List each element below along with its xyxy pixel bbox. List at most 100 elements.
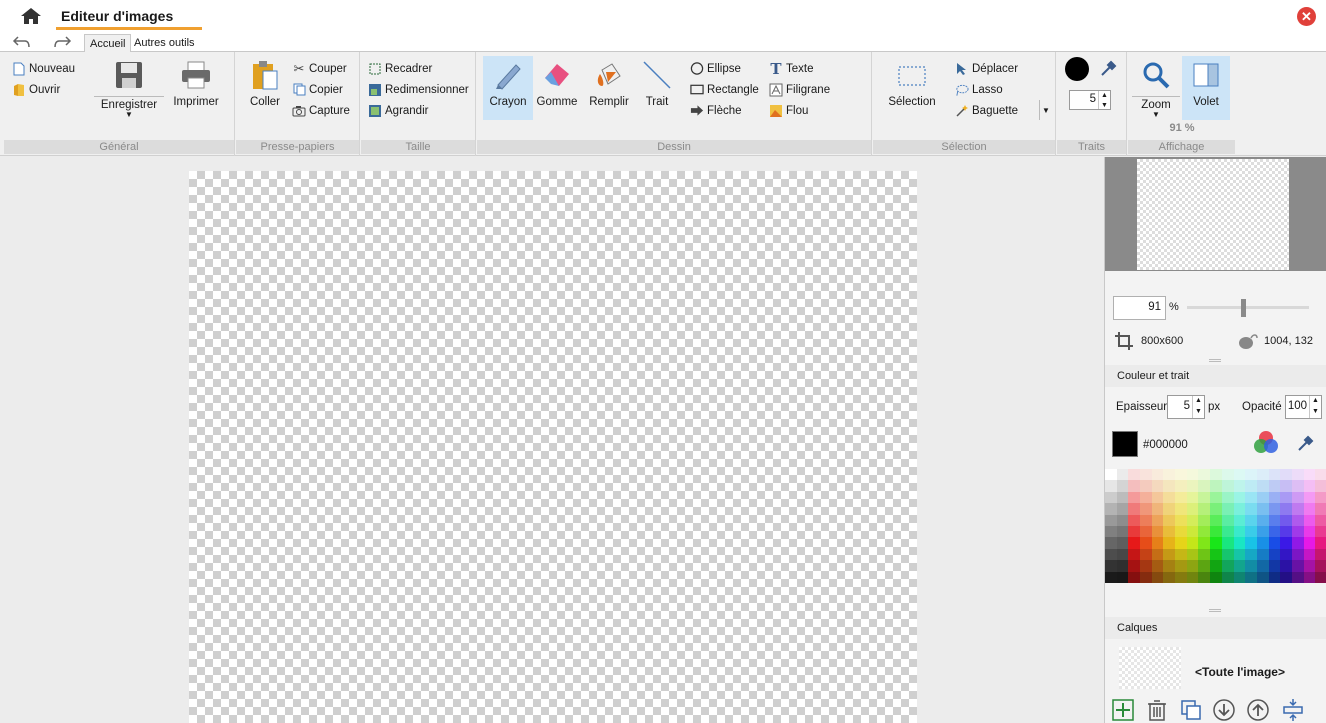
palette-swatch[interactable]	[1291, 480, 1304, 492]
redo-button[interactable]	[52, 33, 72, 51]
palette-swatch[interactable]	[1280, 537, 1292, 549]
palette-swatch[interactable]	[1303, 548, 1316, 561]
palette-swatch[interactable]	[1256, 548, 1269, 561]
palette-swatch[interactable]	[1256, 503, 1269, 515]
filigrane-button[interactable]: Filigrane	[769, 80, 830, 99]
palette-swatch[interactable]	[1186, 525, 1199, 538]
palette-swatch[interactable]	[1128, 469, 1141, 481]
traits-down-icon[interactable]: ▼	[1099, 101, 1110, 111]
palette-swatch[interactable]	[1233, 469, 1246, 481]
palette-swatch[interactable]	[1116, 537, 1129, 549]
palette-swatch[interactable]	[1140, 469, 1152, 481]
image-canvas[interactable]	[189, 171, 917, 723]
palette-swatch[interactable]	[1140, 503, 1152, 515]
palette-swatch[interactable]	[1116, 514, 1129, 526]
palette-swatch[interactable]	[1210, 571, 1222, 583]
palette-swatch[interactable]	[1186, 491, 1199, 504]
imprimer-button[interactable]: Imprimer	[173, 56, 219, 120]
palette-swatch[interactable]	[1245, 571, 1257, 583]
palette-swatch[interactable]	[1198, 548, 1211, 561]
palette-swatch[interactable]	[1163, 560, 1176, 572]
palette-swatch[interactable]	[1175, 503, 1187, 515]
palette-swatch[interactable]	[1210, 469, 1222, 481]
palette-swatch[interactable]	[1151, 491, 1164, 504]
palette-swatch[interactable]	[1291, 514, 1304, 526]
palette-swatch[interactable]	[1210, 560, 1222, 572]
palette-swatch[interactable]	[1268, 571, 1281, 583]
palette-swatch[interactable]	[1151, 525, 1164, 538]
opacite-up-icon[interactable]: ▲	[1310, 396, 1321, 407]
palette-swatch[interactable]	[1198, 480, 1211, 492]
palette-swatch[interactable]	[1140, 514, 1152, 526]
navigator-preview[interactable]	[1105, 157, 1326, 271]
palette-swatch[interactable]	[1128, 525, 1141, 538]
palette-swatch[interactable]	[1186, 571, 1199, 583]
palette-swatch[interactable]	[1291, 560, 1304, 572]
palette-swatch[interactable]	[1245, 560, 1257, 572]
palette-swatch[interactable]	[1256, 560, 1269, 572]
palette-swatch[interactable]	[1175, 537, 1187, 549]
palette-swatch[interactable]	[1280, 548, 1292, 561]
palette-swatch[interactable]	[1256, 537, 1269, 549]
palette-swatch[interactable]	[1116, 503, 1129, 515]
palette-swatch[interactable]	[1280, 514, 1292, 526]
add-layer-button[interactable]	[1111, 698, 1135, 722]
palette-swatch[interactable]	[1105, 469, 1117, 481]
palette-swatch[interactable]	[1151, 480, 1164, 492]
palette-swatch[interactable]	[1175, 571, 1187, 583]
tab-autres-outils[interactable]: Autres outils	[129, 34, 200, 53]
palette-swatch[interactable]	[1186, 514, 1199, 526]
palette-swatch[interactable]	[1175, 514, 1187, 526]
palette-swatch[interactable]	[1128, 537, 1141, 549]
palette-swatch[interactable]	[1256, 571, 1269, 583]
palette-swatch[interactable]	[1175, 548, 1187, 561]
palette-swatch[interactable]	[1280, 560, 1292, 572]
palette-swatch[interactable]	[1105, 525, 1117, 538]
color-palette[interactable]	[1105, 469, 1326, 583]
palette-swatch[interactable]	[1233, 514, 1246, 526]
flou-button[interactable]: Flou	[769, 101, 808, 120]
palette-swatch[interactable]	[1116, 491, 1129, 504]
move-layer-up-button[interactable]	[1246, 698, 1270, 722]
palette-swatch[interactable]	[1116, 560, 1129, 572]
volet-button[interactable]: Volet	[1182, 56, 1230, 120]
palette-swatch[interactable]	[1186, 537, 1199, 549]
delete-layer-button[interactable]	[1145, 698, 1169, 722]
palette-swatch[interactable]	[1233, 480, 1246, 492]
undo-button[interactable]	[12, 33, 32, 51]
palette-swatch[interactable]	[1210, 514, 1222, 526]
palette-swatch[interactable]	[1175, 560, 1187, 572]
palette-swatch[interactable]	[1291, 537, 1304, 549]
palette-swatch[interactable]	[1140, 525, 1152, 538]
traits-up-icon[interactable]: ▲	[1099, 91, 1110, 101]
palette-swatch[interactable]	[1186, 503, 1199, 515]
palette-swatch[interactable]	[1105, 491, 1117, 504]
palette-swatch[interactable]	[1151, 548, 1164, 561]
palette-swatch[interactable]	[1210, 503, 1222, 515]
palette-swatch[interactable]	[1151, 469, 1164, 481]
couper-button[interactable]: ✂ Couper	[292, 59, 347, 78]
lasso-button[interactable]: Lasso	[955, 80, 1003, 99]
palette-swatch[interactable]	[1151, 503, 1164, 515]
palette-swatch[interactable]	[1303, 491, 1316, 504]
palette-swatch[interactable]	[1186, 548, 1199, 561]
palette-swatch[interactable]	[1245, 514, 1257, 526]
epaisseur-up-icon[interactable]: ▲	[1193, 396, 1204, 407]
palette-swatch[interactable]	[1245, 480, 1257, 492]
palette-swatch[interactable]	[1280, 491, 1292, 504]
palette-swatch[interactable]	[1268, 525, 1281, 538]
palette-swatch[interactable]	[1315, 548, 1326, 561]
palette-swatch[interactable]	[1315, 469, 1326, 481]
palette-swatch[interactable]	[1303, 503, 1316, 515]
duplicate-layer-button[interactable]	[1179, 698, 1203, 722]
palette-swatch[interactable]	[1291, 525, 1304, 538]
palette-swatch[interactable]	[1303, 469, 1316, 481]
palette-swatch[interactable]	[1221, 560, 1234, 572]
recadrer-button[interactable]: Recadrer	[368, 59, 432, 78]
palette-swatch[interactable]	[1163, 480, 1176, 492]
palette-swatch[interactable]	[1163, 537, 1176, 549]
palette-swatch[interactable]	[1245, 469, 1257, 481]
palette-swatch[interactable]	[1198, 469, 1211, 481]
palette-swatch[interactable]	[1233, 503, 1246, 515]
palette-swatch[interactable]	[1233, 537, 1246, 549]
